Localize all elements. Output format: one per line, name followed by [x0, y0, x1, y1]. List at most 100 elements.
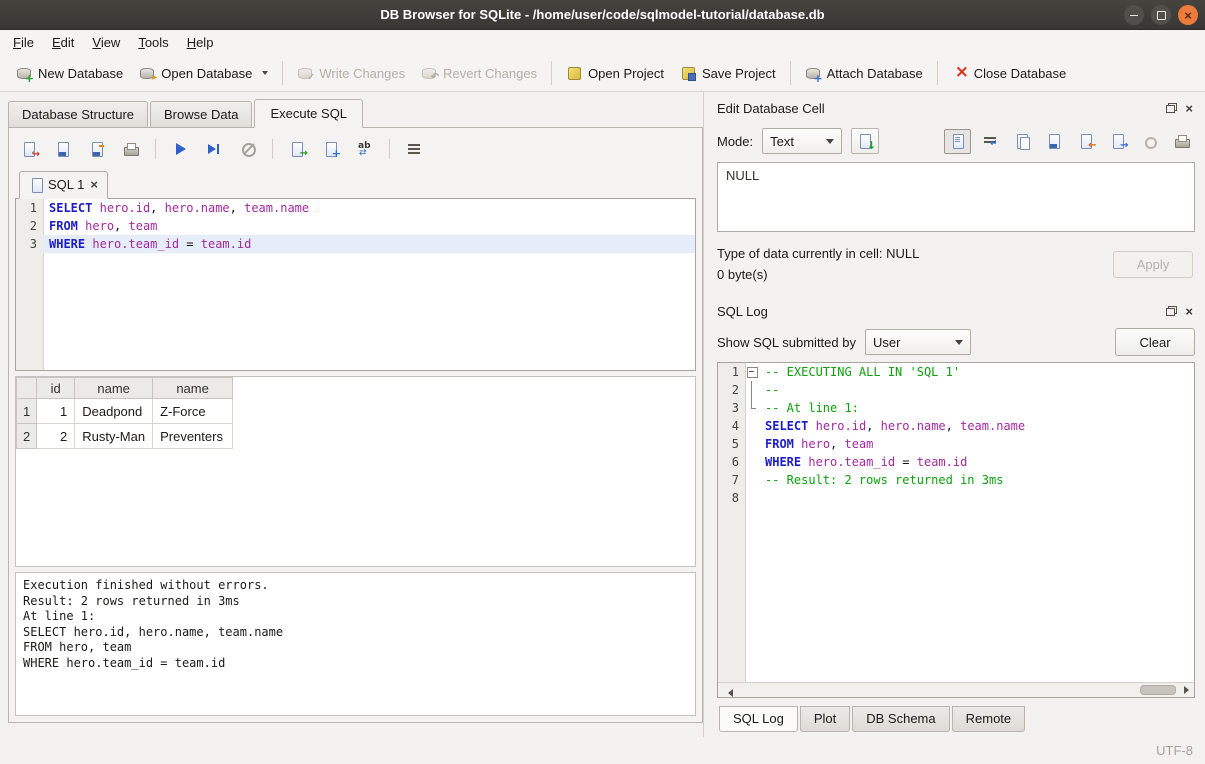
- line-number: 3: [16, 235, 43, 253]
- copy-cell-button[interactable]: [1008, 129, 1035, 154]
- fold-v-icon[interactable]: [745, 381, 759, 399]
- attach-database-button[interactable]: Attach Database: [797, 60, 931, 86]
- tab-sql-log[interactable]: SQL Log: [719, 706, 798, 732]
- tab-plot[interactable]: Plot: [800, 706, 850, 732]
- column-header[interactable]: name: [75, 378, 153, 399]
- copy-cell-icon: [1014, 133, 1030, 149]
- open-in-new-tab-button[interactable]: [319, 137, 343, 161]
- menu-help[interactable]: Help: [178, 32, 223, 53]
- save-project-button[interactable]: Save Project: [672, 60, 784, 86]
- float-panel-icon[interactable]: [1166, 103, 1177, 113]
- import-cell-button[interactable]: [1072, 129, 1099, 154]
- row-header[interactable]: 2: [17, 424, 37, 449]
- fold-minus-icon[interactable]: [745, 363, 759, 381]
- table-cell[interactable]: 2: [37, 424, 75, 449]
- save-sql-file-as-button[interactable]: [85, 137, 109, 161]
- export-cell-button[interactable]: [1104, 129, 1131, 154]
- attach-database-icon: [805, 65, 821, 81]
- export-results-button[interactable]: [285, 137, 309, 161]
- close-database-button[interactable]: Close Database: [944, 60, 1075, 86]
- open-sql-file-button[interactable]: [17, 137, 41, 161]
- table-cell[interactable]: Z-Force: [153, 399, 233, 424]
- new-database-icon: [16, 65, 32, 81]
- print-button[interactable]: [119, 137, 143, 161]
- mode-value: Text: [770, 134, 794, 149]
- minimize-button[interactable]: [1124, 5, 1144, 25]
- close-tab-icon[interactable]: ×: [90, 179, 98, 191]
- menu-edit[interactable]: Edit: [43, 32, 83, 53]
- edit-cell-header: Edit Database Cell ×: [717, 97, 1195, 119]
- sql-editor[interactable]: 1SELECT hero.id, hero.name, team.name2FR…: [15, 198, 696, 371]
- tab-browse-data[interactable]: Browse Data: [150, 101, 252, 127]
- execute-current-line-button[interactable]: [202, 137, 226, 161]
- scroll-left-icon[interactable]: [718, 683, 734, 697]
- table-cell[interactable]: Preventers: [153, 424, 233, 449]
- titlebar[interactable]: DB Browser for SQLite - /home/user/code/…: [0, 0, 1205, 30]
- fold-corner-icon[interactable]: [745, 399, 759, 417]
- row-header[interactable]: 1: [17, 399, 37, 424]
- submitter-value: User: [873, 335, 900, 350]
- toolbar-separator: [790, 61, 791, 85]
- text-mode-button[interactable]: [944, 129, 971, 154]
- execute-all-button[interactable]: [168, 137, 192, 161]
- sql-log-area: 1-- EXECUTING ALL IN 'SQL 1'2--3-- At li…: [717, 362, 1195, 698]
- menu-file[interactable]: File: [4, 32, 43, 53]
- tab-sql-1[interactable]: SQL 1 ×: [19, 171, 108, 199]
- open-sql-file-icon: [21, 141, 37, 157]
- maximize-button[interactable]: [1151, 5, 1171, 25]
- horizontal-scrollbar[interactable]: [718, 682, 1194, 697]
- cell-info-text: Type of data currently in cell: NULL 0 b…: [717, 243, 1113, 285]
- open-project-button[interactable]: Open Project: [558, 60, 672, 86]
- column-header[interactable]: id: [37, 378, 75, 399]
- sql-tab-label: SQL 1: [48, 177, 84, 192]
- set-null-button[interactable]: [1136, 129, 1163, 154]
- stop-button: [236, 137, 260, 161]
- revert-changes-icon: [421, 65, 437, 81]
- stop-icon: [240, 141, 256, 157]
- open-database-button[interactable]: Open Database: [131, 60, 276, 86]
- print-cell-button[interactable]: [1168, 129, 1195, 154]
- close-panel-icon[interactable]: ×: [1185, 306, 1193, 317]
- tab-remote[interactable]: Remote: [952, 706, 1026, 732]
- close-panel-icon[interactable]: ×: [1185, 103, 1193, 114]
- table-cell[interactable]: Deadpond: [75, 399, 153, 424]
- scrollbar-thumb[interactable]: [1140, 685, 1176, 695]
- toolbar-separator: [155, 139, 156, 159]
- clear-button[interactable]: Clear: [1115, 328, 1195, 356]
- import-from-file-button[interactable]: [851, 128, 879, 154]
- table-cell[interactable]: Rusty-Man: [75, 424, 153, 449]
- save-sql-file-icon: [55, 141, 71, 157]
- mode-select[interactable]: Text: [762, 128, 842, 154]
- tab-database-structure[interactable]: Database Structure: [8, 101, 148, 127]
- scroll-right-icon[interactable]: [1178, 683, 1194, 697]
- line-number: 3: [718, 399, 745, 417]
- apply-button: Apply: [1113, 251, 1193, 278]
- find-replace-button[interactable]: [353, 137, 377, 161]
- menu-tools[interactable]: Tools: [129, 32, 177, 53]
- menu-view[interactable]: View: [83, 32, 129, 53]
- sql-log-header: SQL Log ×: [717, 300, 1195, 322]
- scrollbar-track[interactable]: [734, 683, 1178, 697]
- float-panel-icon[interactable]: [1166, 306, 1177, 316]
- code-line: 6WHERE hero.team_id = team.id: [718, 453, 1194, 471]
- new-database-button[interactable]: New Database: [8, 60, 131, 86]
- tab-db-schema[interactable]: DB Schema: [852, 706, 949, 732]
- save-sql-file-button[interactable]: [51, 137, 75, 161]
- save-project-icon: [680, 65, 696, 81]
- dropdown-arrow-icon[interactable]: [262, 71, 268, 75]
- log-filter-row: Show SQL submitted by User Clear: [717, 328, 1195, 356]
- cell-editor[interactable]: NULL: [717, 162, 1195, 232]
- fold-space: [745, 453, 759, 471]
- close-button[interactable]: ×: [1178, 5, 1198, 25]
- column-header[interactable]: name: [153, 378, 233, 399]
- table-cell[interactable]: 1: [37, 399, 75, 424]
- format-sql-icon: [406, 141, 422, 157]
- edit-cell-dock-icons: ×: [1166, 103, 1195, 114]
- submitter-select[interactable]: User: [865, 329, 971, 355]
- save-cell-button[interactable]: [1040, 129, 1067, 154]
- cell-toolbar: [944, 129, 1195, 154]
- format-sql-button[interactable]: [402, 137, 426, 161]
- word-wrap-button[interactable]: [976, 129, 1003, 154]
- tab-execute-sql[interactable]: Execute SQL: [254, 99, 363, 128]
- code-line: 8: [718, 489, 1194, 507]
